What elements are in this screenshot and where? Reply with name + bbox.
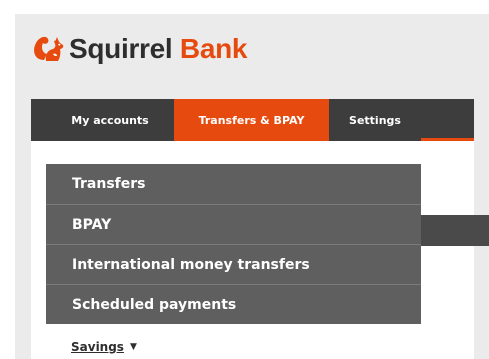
menu-item-label: BPAY [72, 216, 112, 233]
nav-tab-label: Transfers & BPAY [198, 113, 305, 127]
account-selector-label: Savings [71, 340, 124, 354]
brand-name: Squirrel Bank [69, 35, 247, 63]
nav-tab-transfers-bpay[interactable]: Transfers & BPAY [174, 99, 329, 141]
brand-name-part1: Squirrel [69, 33, 173, 64]
transfers-dropdown-menu: Transfers BPAY International money trans… [46, 164, 421, 324]
caret-down-icon: ▼ [129, 342, 137, 352]
nav-tab-label: My accounts [71, 113, 149, 127]
account-selector[interactable]: Savings ▼ [71, 340, 137, 354]
brand-name-part2: Bank [179, 33, 248, 64]
nav-tab-settings[interactable]: Settings [329, 99, 421, 141]
menu-item-scheduled-payments[interactable]: Scheduled payments [46, 284, 421, 324]
squirrel-icon [31, 32, 65, 64]
content-header-bar [421, 215, 489, 246]
menu-item-label: Scheduled payments [72, 296, 237, 313]
menu-item-label: International money transfers [72, 256, 310, 273]
bank-logo[interactable]: Squirrel Bank [31, 24, 247, 64]
nav-tab-my-accounts[interactable]: My accounts [46, 99, 174, 141]
nav-tab-label: Settings [349, 113, 401, 127]
menu-item-transfers[interactable]: Transfers [46, 164, 421, 204]
menu-item-international-money-transfers[interactable]: International money transfers [46, 244, 421, 284]
menu-item-label: Transfers [72, 176, 146, 192]
menu-item-bpay[interactable]: BPAY [46, 204, 421, 244]
